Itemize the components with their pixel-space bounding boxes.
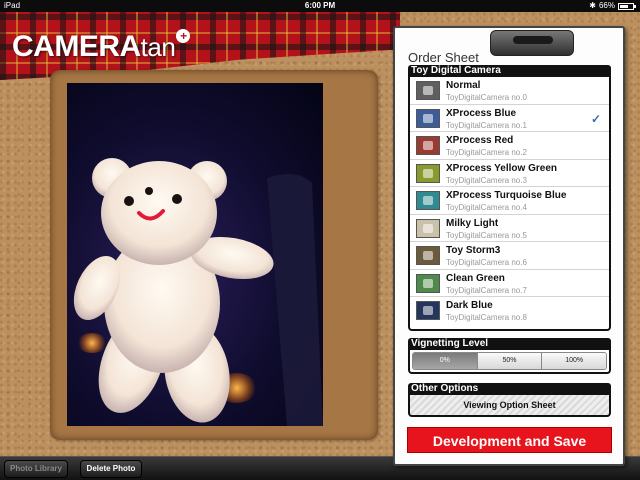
filter-name: Dark Blue [446,300,493,311]
vignetting-segmented: 0% 50% 100% [412,352,607,370]
filter-item[interactable]: Dark Blue ToyDigitalCamera no.8 [410,297,609,325]
battery-icon [618,2,636,10]
checkmark-icon: ✓ [590,111,601,126]
viewing-option-sheet-button[interactable]: Viewing Option Sheet [408,395,611,417]
filter-thumbnail-icon [416,273,440,293]
filter-name: Clean Green [446,272,505,284]
logo-plus: + [176,29,191,43]
filter-code: ToyDigitalCamera no.6 [446,258,527,267]
vignetting-option[interactable]: 100% [542,353,606,369]
filter-code: ToyDigitalCamera no.5 [446,230,527,240]
app-logo: CAMERA tan + [12,29,191,64]
bluetooth-icon: ✱ [589,1,596,10]
sheet-title: Order Sheet [408,50,479,65]
filter-list: Normal ToyDigitalCamera no.0 XProcess Blue… [408,77,611,331]
filter-item[interactable]: XProcess Yellow Green ToyDigitalCamera no… [410,160,609,187]
vignetting-section-header: Vignetting Level [408,338,611,350]
filter-item[interactable]: Clean Green ToyDigitalCamera no.7 [410,270,609,297]
filter-code: ToyDigitalCamera no.7 [446,285,527,295]
filter-code: ToyDigitalCamera no.0 [446,93,527,102]
photo-preview[interactable] [67,83,323,426]
filter-name: XProcess Turquoise Blue [446,190,567,201]
other-options-header: Other Options [408,383,611,395]
filter-name: Normal [446,80,481,91]
filter-code: ToyDigitalCamera no.4 [446,203,527,212]
clipboard-clip [490,30,574,56]
battery-fill [620,4,628,8]
filter-code: ToyDigitalCamera no.2 [446,148,527,157]
filter-item[interactable]: Normal ToyDigitalCamera no.0 [410,77,609,105]
clock: 6:00 PM [304,1,336,10]
vignetting-control: 0% 50% 100% [408,350,611,374]
filter-thumbnail-icon [416,301,440,320]
filter-name: XProcess Red [446,135,514,146]
status-bar: iPad 6:00 PM ✱ 66% [0,0,640,12]
filter-thumbnail-icon [416,163,440,183]
filter-name: Toy Storm3 [446,245,501,256]
filter-code: ToyDigitalCamera no.8 [446,313,527,322]
battery-percent: 66% [598,1,615,10]
filter-thumbnail-icon [416,218,440,238]
filter-thumbnail-icon [416,191,440,210]
camera-section-header: Toy Digital Camera [408,65,611,77]
filter-code: ToyDigitalCamera no.1 [446,120,527,130]
delete-photo-button[interactable]: Delete Photo [80,460,142,478]
development-and-save-button[interactable]: Development and Save [407,427,612,453]
filter-name: Milky Light [446,217,499,229]
filter-item[interactable]: XProcess Turquoise Blue ToyDigitalCamera … [410,187,609,215]
logo-sub: tan [140,32,176,62]
filter-name: XProcess Blue [446,107,517,119]
vignetting-option[interactable]: 50% [477,353,543,369]
filter-item[interactable]: Milky Light ToyDigitalCamera no.5 [410,215,609,242]
filter-thumbnail-icon [416,136,440,155]
vignetting-option[interactable]: 0% [413,353,478,369]
filter-item[interactable]: XProcess Red ToyDigitalCamera no.2 [410,132,609,160]
battery-status: ✱ 66% [589,0,636,12]
filter-item[interactable]: Toy Storm3 ToyDigitalCamera no.6 [410,242,609,270]
filter-code: ToyDigitalCamera no.3 [446,175,527,185]
filter-item[interactable]: XProcess Blue ToyDigitalCamera no.1 ✓ [410,105,609,132]
logo-main: CAMERA [12,30,141,63]
filter-thumbnail-icon [416,246,440,265]
bear-image [73,158,323,426]
filter-name: XProcess Yellow Green [446,162,557,174]
filter-thumbnail-icon [416,108,440,128]
photo-library-button[interactable]: Photo Library [4,460,68,478]
filter-thumbnail-icon [416,81,440,100]
